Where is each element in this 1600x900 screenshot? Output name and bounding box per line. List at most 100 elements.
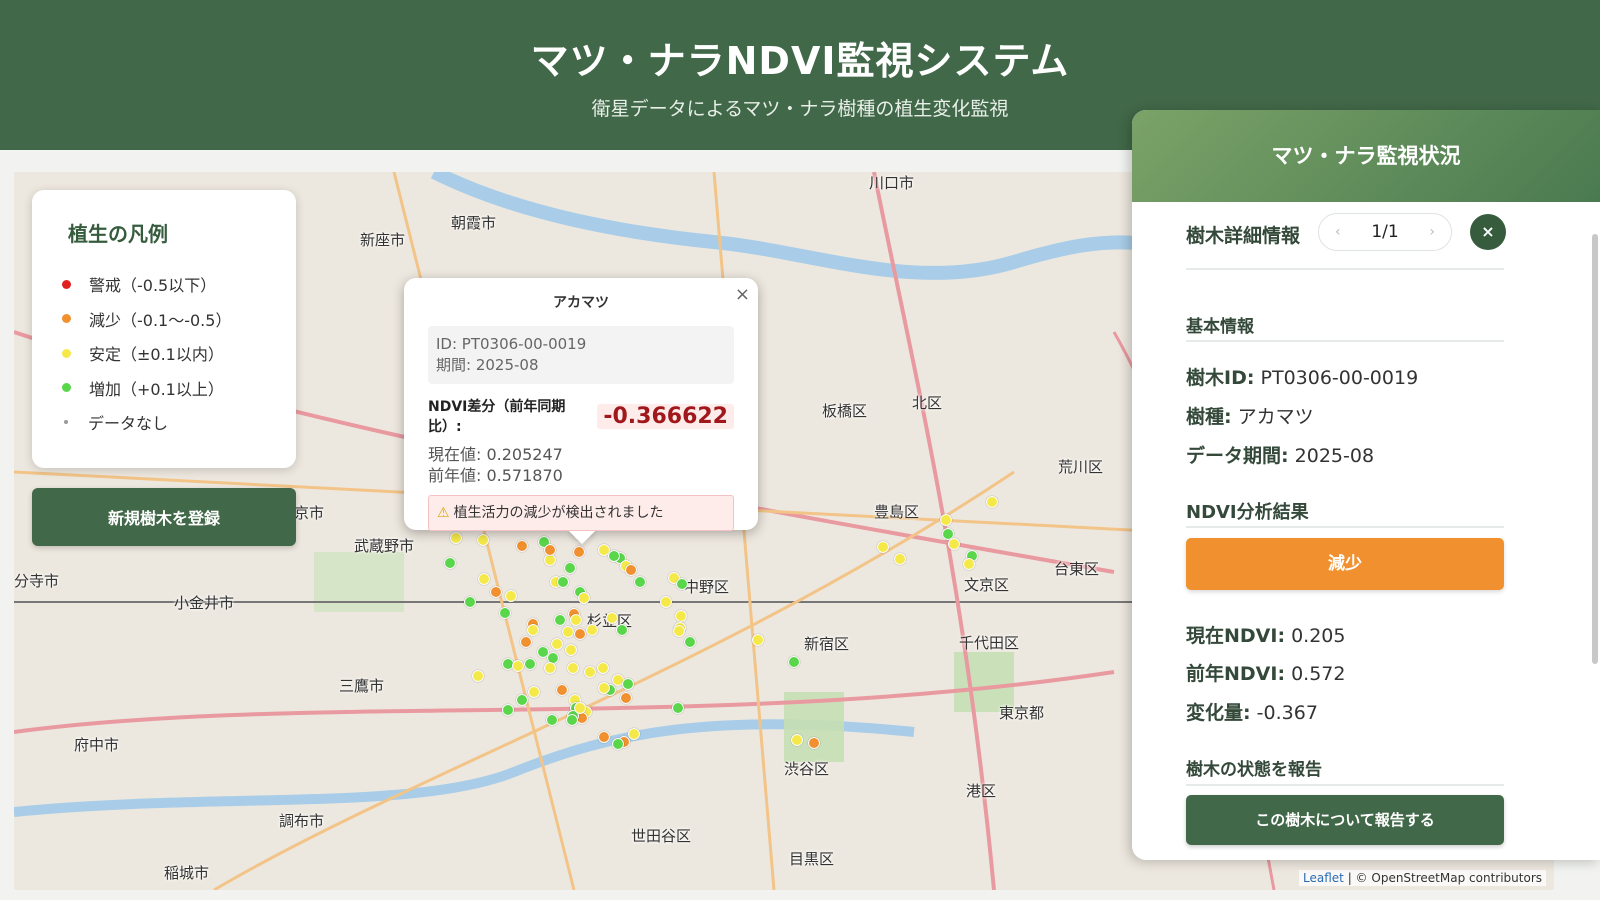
tree-marker[interactable]	[940, 514, 952, 526]
report-tree-button[interactable]: この樹木について報告する	[1186, 795, 1504, 845]
tree-marker[interactable]	[963, 558, 975, 570]
next-page-icon[interactable]: ›	[1429, 224, 1435, 240]
tree-marker[interactable]	[948, 538, 960, 550]
tree-marker[interactable]	[598, 682, 610, 694]
tree-marker[interactable]	[554, 614, 566, 626]
tree-marker[interactable]	[544, 662, 556, 674]
tree-marker[interactable]	[606, 612, 618, 624]
tree-marker[interactable]	[570, 614, 582, 626]
popup-previous: 前年値: 0.571870	[428, 466, 563, 485]
tree-marker[interactable]	[490, 586, 502, 598]
tree-marker[interactable]	[551, 638, 563, 650]
tree-marker[interactable]	[566, 714, 578, 726]
divider	[1186, 268, 1504, 270]
tree-marker[interactable]	[574, 702, 586, 714]
legend-item: 警戒（-0.5以下）	[60, 267, 268, 302]
tree-marker[interactable]	[520, 636, 532, 648]
tree-marker[interactable]	[574, 628, 586, 640]
tree-marker[interactable]	[544, 544, 556, 556]
monitoring-panel: マツ・ナラ監視状況 樹木詳細情報 ‹ 1/1 › × 基本情報 樹木ID: PT…	[1132, 110, 1600, 860]
tree-marker[interactable]	[598, 731, 610, 743]
legend-label: データなし	[88, 414, 169, 434]
tree-marker[interactable]	[502, 704, 514, 716]
tree-marker[interactable]	[634, 576, 646, 588]
popup-current: 現在値: 0.205247	[428, 445, 563, 464]
previous-ndvi-label: 前年NDVI:	[1186, 663, 1286, 685]
legend-title: 植生の凡例	[68, 222, 168, 246]
panel-scrollbar[interactable]	[1592, 234, 1598, 664]
tree-marker[interactable]	[808, 737, 820, 749]
register-tree-button[interactable]: 新規樹木を登録	[32, 488, 296, 546]
warning-icon: ⚠	[437, 505, 450, 521]
tree-marker[interactable]	[573, 546, 585, 558]
map-place-label: 世田谷区	[631, 827, 692, 845]
tree-marker[interactable]	[616, 624, 628, 636]
legend-dot	[62, 383, 71, 393]
tree-marker[interactable]	[516, 694, 528, 706]
map-place-label: 荒川区	[1058, 458, 1104, 476]
map-place-label: 中野区	[684, 578, 730, 596]
tree-marker[interactable]	[672, 702, 684, 714]
tree-marker[interactable]	[516, 540, 528, 552]
tree-marker[interactable]	[586, 624, 598, 636]
popup-species: アカマツ	[553, 295, 609, 311]
tree-marker[interactable]	[986, 496, 998, 508]
tree-marker[interactable]	[499, 607, 511, 619]
map-place-label: 千代田区	[959, 634, 1020, 652]
previous-ndvi-field: 前年NDVI: 0.572	[1186, 659, 1346, 686]
tree-pager: ‹ 1/1 ›	[1318, 213, 1452, 251]
tree-marker[interactable]	[562, 626, 574, 638]
legend-dot	[62, 348, 71, 358]
tree-marker[interactable]	[567, 662, 579, 674]
popup-close-icon[interactable]: ×	[735, 284, 750, 305]
leaflet-link[interactable]: Leaflet	[1303, 871, 1344, 885]
tree-marker[interactable]	[628, 728, 640, 740]
tree-marker[interactable]	[477, 534, 489, 546]
tree-marker[interactable]	[584, 666, 596, 678]
tree-marker[interactable]	[578, 592, 590, 604]
tree-marker[interactable]	[524, 658, 536, 670]
tree-marker[interactable]	[622, 678, 634, 690]
tree-marker[interactable]	[597, 662, 609, 674]
tree-marker[interactable]	[564, 562, 576, 574]
tree-marker[interactable]	[675, 610, 687, 622]
tree-marker[interactable]	[472, 670, 484, 682]
tree-marker[interactable]	[620, 692, 632, 704]
tree-marker[interactable]	[546, 714, 558, 726]
tree-marker[interactable]	[612, 738, 624, 750]
tree-marker[interactable]	[527, 624, 539, 636]
popup-diff-value: -0.366622	[597, 403, 734, 429]
divider	[1186, 340, 1504, 342]
tree-marker[interactable]	[791, 734, 803, 746]
map-place-label: 板橋区	[822, 402, 868, 420]
prev-page-icon[interactable]: ‹	[1335, 224, 1341, 240]
tree-marker[interactable]	[512, 660, 524, 672]
map-place-label: 目黒区	[789, 850, 835, 868]
map-place-label: 朝霞市	[451, 214, 497, 232]
tree-marker[interactable]	[478, 573, 490, 585]
tree-marker[interactable]	[528, 686, 540, 698]
close-panel-button[interactable]: ×	[1470, 214, 1506, 250]
legend-dot	[62, 279, 71, 289]
legend-item: 増加（+0.1以上）	[60, 371, 268, 406]
species-value: アカマツ	[1237, 406, 1314, 428]
popup-alert-text: 植生活力の減少が検出されました	[453, 505, 664, 521]
tree-marker[interactable]	[894, 553, 906, 565]
tree-marker[interactable]	[788, 656, 800, 668]
tree-marker[interactable]	[877, 541, 889, 553]
tree-marker[interactable]	[676, 578, 688, 590]
tree-marker[interactable]	[565, 644, 577, 656]
tree-marker[interactable]	[608, 550, 620, 562]
tree-marker[interactable]	[673, 625, 685, 637]
legend-item: 安定（±0.1以内）	[60, 336, 268, 371]
tree-marker[interactable]	[444, 557, 456, 569]
tree-marker[interactable]	[660, 596, 672, 608]
tree-marker[interactable]	[557, 576, 569, 588]
tree-marker[interactable]	[625, 564, 637, 576]
tree-marker[interactable]	[450, 532, 462, 544]
tree-marker[interactable]	[505, 590, 517, 602]
tree-marker[interactable]	[556, 684, 568, 696]
tree-marker[interactable]	[752, 634, 764, 646]
tree-marker[interactable]	[684, 636, 696, 648]
tree-marker[interactable]	[464, 596, 476, 608]
